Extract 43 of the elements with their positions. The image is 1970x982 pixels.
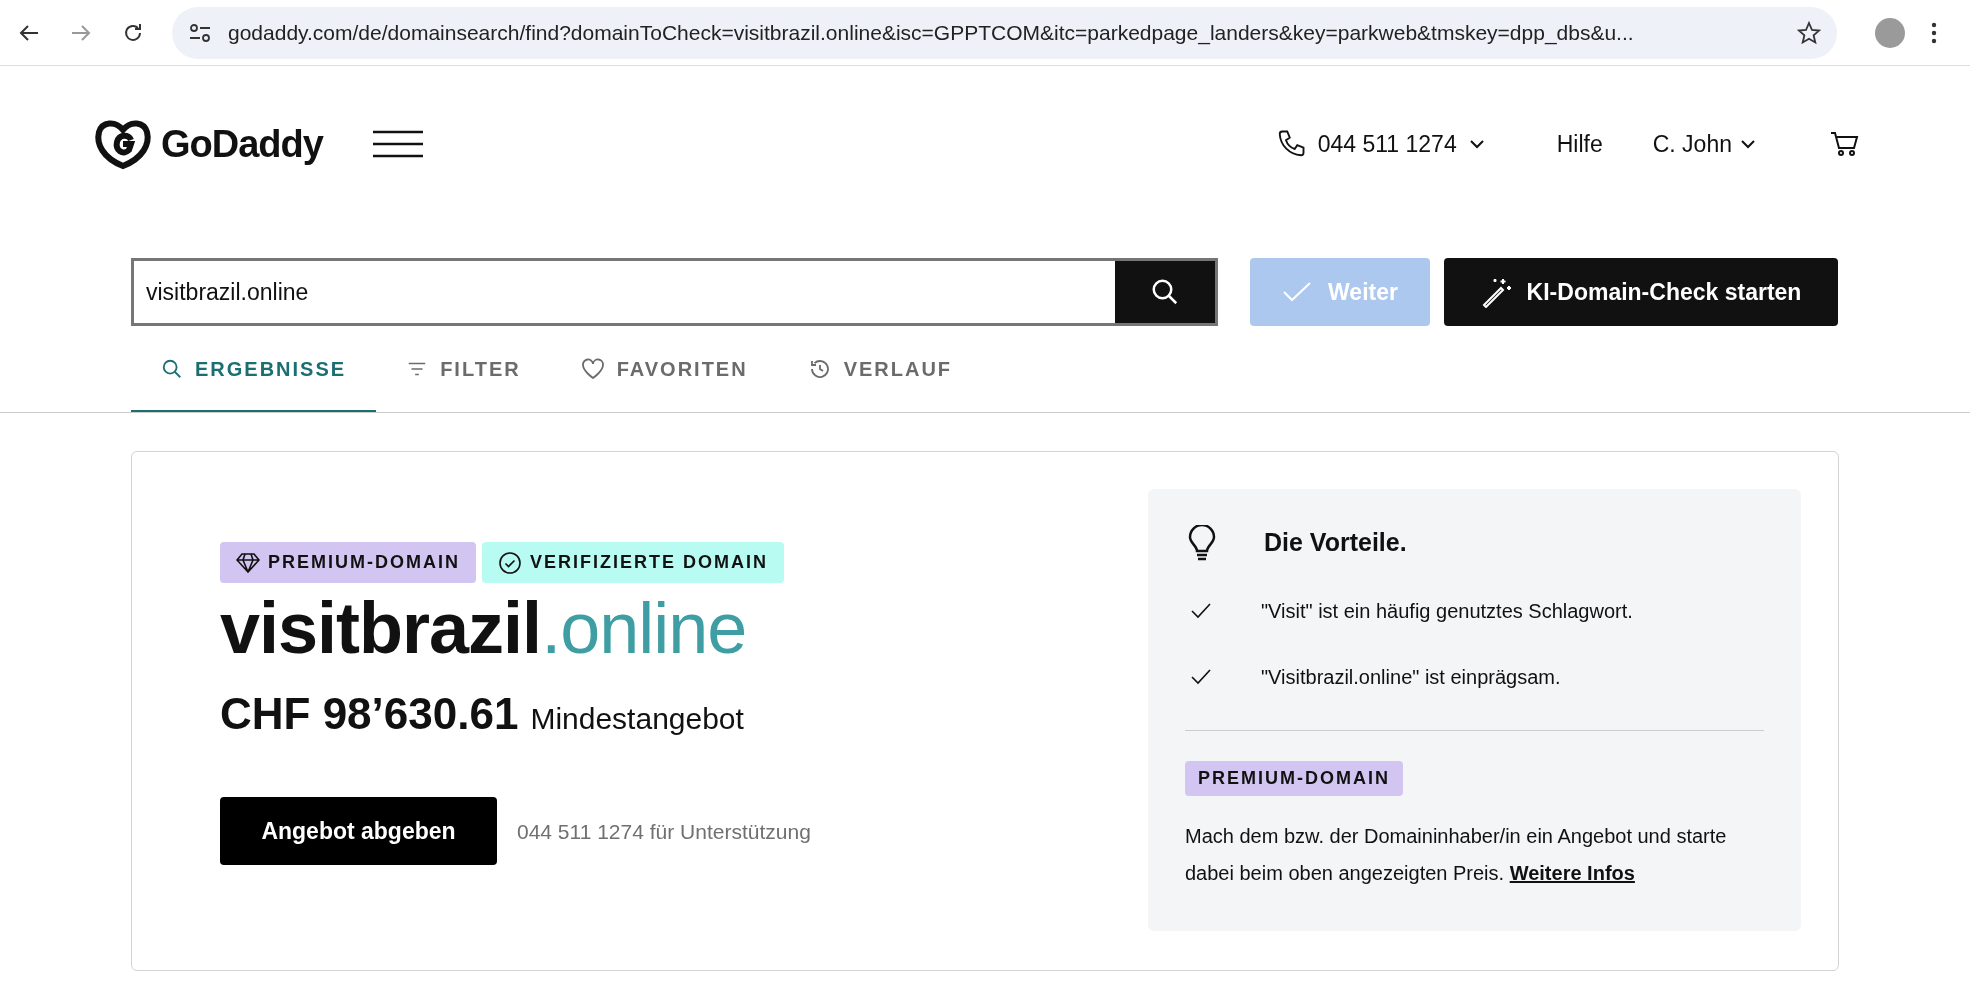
site-settings-icon[interactable] xyxy=(188,22,212,43)
chevron-down-icon xyxy=(1740,139,1756,149)
menu-icon[interactable] xyxy=(372,130,423,158)
check-circle-icon xyxy=(498,550,522,575)
chevron-down-icon xyxy=(1468,139,1485,149)
tab[interactable]: FILTER xyxy=(376,328,551,412)
ai-domain-check-button[interactable]: KI-Domain-Check starten xyxy=(1444,258,1838,326)
account-menu[interactable]: C. John xyxy=(1652,126,1756,162)
more-menu-icon[interactable] xyxy=(1931,21,1937,44)
search-icon xyxy=(161,358,183,380)
tab[interactable]: ERGEBNISSE xyxy=(131,328,377,412)
reload-icon[interactable] xyxy=(122,21,144,44)
tab[interactable]: FAVORITEN xyxy=(550,328,778,412)
domain-name: visitbrazil.online xyxy=(220,587,748,670)
help-link[interactable]: Hilfe xyxy=(1556,126,1603,162)
lightbulb-icon xyxy=(1188,524,1216,561)
checkmark-icon xyxy=(1191,668,1211,685)
price-note: Mindestangebot xyxy=(530,701,744,738)
tab[interactable]: VERLAUF xyxy=(777,328,983,412)
support-text: 044 511 1274 für Unterstützung xyxy=(517,818,811,845)
price: CHF 98’630.61 xyxy=(220,688,519,741)
checkmark-icon xyxy=(1282,281,1313,303)
star-icon[interactable] xyxy=(1797,20,1821,45)
badge-label: VERIFIZIERTE DOMAIN xyxy=(530,551,768,574)
logo-text[interactable]: GoDaddy xyxy=(161,115,323,173)
badge-label: PREMIUM-DOMAIN xyxy=(268,551,460,574)
premium-badge: PREMIUM-DOMAIN xyxy=(1185,760,1403,796)
phone-menu[interactable]: 044 511 1274 xyxy=(1275,126,1485,162)
logo-icon xyxy=(93,118,153,170)
profile-avatar[interactable] xyxy=(1875,17,1905,48)
diamond-icon xyxy=(236,552,260,573)
benefits-title: Die Vorteile. xyxy=(1264,527,1407,558)
magic-wand-icon xyxy=(1480,276,1513,308)
address-bar[interactable]: godaddy.com/de/domainsearch/find?domainToCheck=visitbrazil.online&isc=GPPTCOM&itc=parkedpage_landers&key=parkweb&tmskey=dpp_dbs&u... xyxy=(172,6,1837,59)
make-offer-button[interactable]: Angebot abgeben xyxy=(220,797,497,866)
offer-description: Mach dem bzw. der Domaininhaber/in ein Angebot und starte dabei beim oben angezeigten Preis. Weitere Infos xyxy=(1185,823,1728,886)
benefit-text: "Visitbrazil.online" ist einprägsam. xyxy=(1261,664,1561,690)
cart-icon[interactable] xyxy=(1830,131,1860,157)
benefit-text: "Visit" ist ein häufig genutztes Schlagwort. xyxy=(1261,598,1633,624)
heart-icon xyxy=(580,358,605,380)
more-info-link[interactable]: Weitere Infos xyxy=(1509,861,1635,884)
url-text: godaddy.com/de/domainsearch/find?domainToCheck=visitbrazil.online&isc=GPPTCOM&itc=parkedpage_landers&key=parkweb&tmskey=dpp_dbs&u... xyxy=(228,19,1635,47)
checkmark-icon xyxy=(1191,602,1211,619)
